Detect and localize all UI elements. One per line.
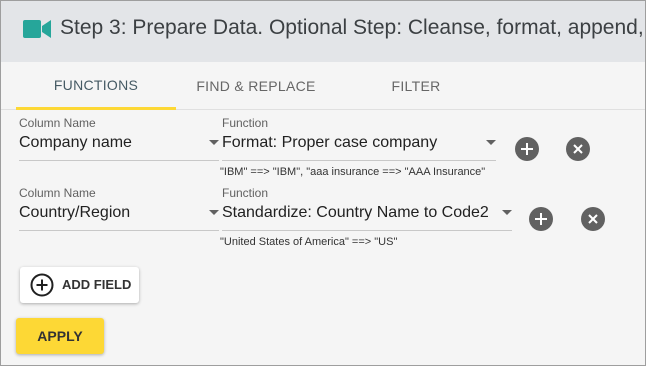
step3-panel: Step 3: Prepare Data. Optional Step: Cle… <box>0 0 646 366</box>
function-value: Format: Proper case company <box>222 134 438 151</box>
chevron-down-icon <box>209 210 219 215</box>
tab-bar: FUNCTIONS FIND & REPLACE FILTER <box>1 62 645 110</box>
chevron-down-icon <box>502 210 512 215</box>
function-value: Standardize: Country Name to Code2 <box>222 204 489 221</box>
column-name-value: Country/Region <box>19 204 131 221</box>
add-field-button[interactable]: ADD FIELD <box>20 267 139 303</box>
function-example: "IBM" ==> "IBM", "aaa insurance ==> "AAA… <box>220 166 486 178</box>
add-field-label: ADD FIELD <box>62 277 132 292</box>
column-name-label: Column Name <box>19 186 96 200</box>
add-function-button[interactable] <box>529 207 553 231</box>
chevron-down-icon <box>209 140 219 145</box>
apply-button[interactable]: APPLY <box>16 318 104 354</box>
add-function-button[interactable] <box>515 137 539 161</box>
column-name-select[interactable]: Company name <box>19 129 219 161</box>
page-title: Step 3: Prepare Data. Optional Step: Cle… <box>60 16 646 39</box>
column-name-label: Column Name <box>19 116 96 130</box>
plus-icon <box>535 213 547 225</box>
close-icon <box>588 214 598 224</box>
header: Step 3: Prepare Data. Optional Step: Cle… <box>1 1 646 62</box>
remove-row-button[interactable] <box>566 137 590 161</box>
function-label: Function <box>222 116 269 130</box>
column-name-value: Company name <box>19 134 132 151</box>
chevron-down-icon <box>486 140 496 145</box>
tab-find-replace[interactable]: FIND & REPLACE <box>176 62 336 110</box>
remove-row-button[interactable] <box>581 207 605 231</box>
column-name-select[interactable]: Country/Region <box>19 199 219 231</box>
function-select[interactable]: Format: Proper case company <box>222 129 496 161</box>
function-select[interactable]: Standardize: Country Name to Code2 <box>222 199 512 231</box>
plus-icon <box>521 143 533 155</box>
function-example: "United States of America" ==> "US" <box>220 236 398 248</box>
add-circle-outline-icon <box>30 273 54 297</box>
close-icon <box>573 144 583 154</box>
tab-functions[interactable]: FUNCTIONS <box>16 62 176 110</box>
video-camera-icon <box>23 20 51 38</box>
tab-filter[interactable]: FILTER <box>336 62 496 110</box>
function-label: Function <box>222 186 269 200</box>
